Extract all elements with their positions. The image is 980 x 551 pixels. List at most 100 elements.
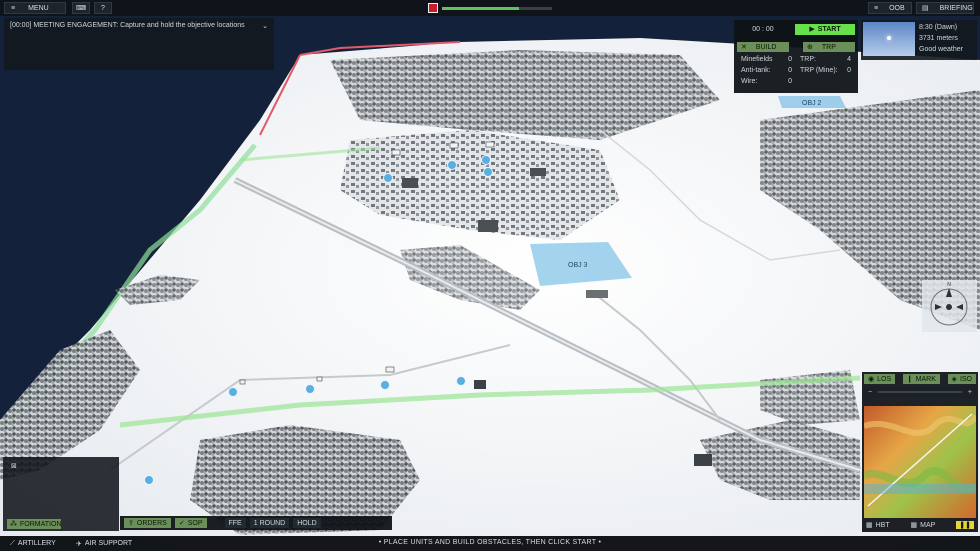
objective-text: [00:00] MEETING ENGAGEMENT: Capture and … bbox=[10, 22, 245, 29]
obstacle-counts: Minefields 0 TRP: 4 Anti-tank: 0 TRP (Mine)… bbox=[737, 55, 855, 86]
setup-panel: 00 : 00 ▶ START ✕ BUILD ⊕ TRP Minefields… bbox=[734, 20, 858, 93]
help-label: ? bbox=[101, 4, 105, 12]
hamburger-icon: ≡ bbox=[11, 4, 16, 12]
menu-button[interactable]: ≡ MENU bbox=[4, 2, 66, 14]
instruction-label: PLACE UNITS AND BUILD OBSTACLES, THEN CL… bbox=[383, 539, 597, 546]
map-label: MAP bbox=[920, 521, 936, 529]
hbt-label: HBT bbox=[875, 521, 890, 529]
unit-type-icon: ⊠ bbox=[11, 463, 17, 470]
hbt-button[interactable]: ▦ HBT bbox=[866, 521, 890, 530]
briefing-button[interactable]: ▤ BRIEFING bbox=[916, 2, 974, 14]
objective-panel[interactable]: [00:00] MEETING ENGAGEMENT: Capture and … bbox=[4, 18, 274, 70]
sop-label: SOP bbox=[187, 519, 203, 527]
building bbox=[530, 168, 546, 176]
map-icon: ▦ bbox=[910, 522, 918, 529]
one-round-button[interactable]: 1 ROUND bbox=[249, 518, 290, 528]
unit-marker[interactable] bbox=[383, 173, 393, 183]
target-icon: ⊕ bbox=[807, 44, 813, 51]
count-wire: Wire: 0 bbox=[741, 78, 792, 85]
help-button[interactable]: ? bbox=[94, 2, 112, 14]
unit-marker[interactable] bbox=[483, 167, 493, 177]
minimap-zoom: − + bbox=[862, 386, 978, 398]
minimap[interactable] bbox=[864, 406, 976, 518]
trp-label: TRP bbox=[821, 43, 836, 51]
sky-preview bbox=[863, 22, 915, 56]
orders-icon: ⇪ bbox=[128, 520, 134, 527]
cube-icon: ◈ bbox=[951, 376, 957, 383]
top-bar: ≡ MENU ⌨ ? ≡ OOB ▤ BRIEFING bbox=[0, 0, 980, 16]
oob-label: OOB bbox=[889, 4, 905, 12]
trp-button[interactable]: ⊕ TRP bbox=[803, 42, 855, 52]
unit-marker[interactable] bbox=[305, 384, 315, 394]
weather-condition: Good weather bbox=[919, 46, 963, 53]
hold-label: HOLD bbox=[297, 519, 317, 527]
faction-flag-icon bbox=[428, 3, 438, 13]
building bbox=[586, 290, 608, 298]
instruction-dot-right: • bbox=[598, 539, 602, 546]
los-button[interactable]: ◉ LOS bbox=[864, 374, 896, 384]
unit-flag bbox=[385, 366, 395, 373]
check-icon: ✓ bbox=[178, 520, 185, 527]
formation-button[interactable]: ⁂ FORMATION bbox=[7, 519, 61, 529]
weather-time: 8:30 (Dawn) bbox=[919, 24, 958, 31]
sop-button[interactable]: ✓ SOP bbox=[174, 518, 207, 528]
strength-bar-fill bbox=[442, 6, 519, 10]
zoom-out-button[interactable]: − bbox=[868, 389, 872, 396]
iso-button[interactable]: ◈ ISO bbox=[947, 374, 976, 384]
start-label: START bbox=[817, 25, 841, 33]
ffe-button[interactable]: FFE bbox=[224, 518, 246, 528]
unit-marker[interactable] bbox=[228, 387, 238, 397]
map-button[interactable]: ▦ MAP bbox=[910, 521, 936, 530]
mark-button[interactable]: ❙ MARK bbox=[902, 374, 940, 384]
bottom-strip: ⟋ ARTILLERY ✈ AIR SUPPORT • PLACE UNITS … bbox=[0, 536, 980, 551]
tools-icon: ✕ bbox=[741, 44, 747, 51]
force-strength bbox=[428, 2, 552, 14]
zoom-slider[interactable] bbox=[878, 391, 962, 393]
building bbox=[694, 454, 712, 466]
objective-label-3: OBJ 3 bbox=[568, 262, 588, 269]
unit-marker[interactable] bbox=[447, 160, 457, 170]
hold-button[interactable]: HOLD bbox=[293, 518, 321, 528]
unit-marker[interactable] bbox=[456, 376, 466, 386]
strength-bar bbox=[442, 6, 552, 10]
start-button[interactable]: ▶ START bbox=[795, 23, 855, 35]
building bbox=[474, 380, 486, 389]
building bbox=[402, 178, 418, 188]
los-label: LOS bbox=[877, 375, 892, 383]
keyboard-button[interactable]: ⌨ bbox=[72, 2, 90, 14]
compass[interactable]: N bbox=[922, 280, 977, 332]
count-minefields: Minefields 0 bbox=[741, 56, 792, 63]
eye-icon: ◉ bbox=[868, 376, 875, 383]
unit-flag bbox=[449, 142, 459, 149]
objective-label-2: OBJ 2 bbox=[802, 100, 822, 107]
build-button[interactable]: ✕ BUILD bbox=[737, 42, 789, 52]
compass-center bbox=[946, 304, 952, 310]
unit-marker[interactable] bbox=[380, 380, 390, 390]
unit-flag bbox=[316, 376, 323, 382]
unit-marker[interactable] bbox=[144, 475, 154, 485]
unit-panel: ⊠ ⁂ FORMATION bbox=[3, 457, 119, 531]
zoom-in-button[interactable]: + bbox=[968, 389, 972, 396]
orders-label: ORDERS bbox=[136, 519, 167, 527]
list-icon: ≡ bbox=[874, 4, 879, 12]
weather-panel: 8:30 (Dawn) 3731 meters Good weather bbox=[861, 20, 977, 60]
chevron-down-icon[interactable]: ⌄ bbox=[262, 22, 268, 30]
formation-label: FORMATION bbox=[20, 520, 62, 528]
count-trp: TRP: 4 bbox=[800, 56, 851, 63]
oob-button[interactable]: ≡ OOB bbox=[868, 2, 912, 14]
minimap-panel: ◉ LOS ❙ MARK ◈ ISO − + ▦ HBT ▦ MAP ❚❚ bbox=[862, 372, 978, 532]
setup-timer: 00 : 00 bbox=[752, 25, 774, 33]
instruction-text: • PLACE UNITS AND BUILD OBSTACLES, THEN … bbox=[0, 539, 980, 546]
count-anti-tank: Anti-tank: 0 bbox=[741, 67, 792, 74]
ffe-label: FFE bbox=[228, 519, 242, 527]
building bbox=[478, 220, 498, 232]
sun-icon bbox=[887, 36, 891, 40]
orders-button[interactable]: ⇪ ORDERS bbox=[124, 518, 171, 528]
grid-icon: ▦ bbox=[866, 522, 873, 529]
compass-north-label: N bbox=[947, 282, 951, 288]
formation-icon: ⁂ bbox=[10, 521, 17, 528]
command-bar: ⇪ ORDERS ✓ SOP FFE 1 ROUND HOLD bbox=[120, 516, 392, 530]
minimap-toggle-button[interactable]: ❚❚ bbox=[956, 521, 974, 529]
iso-label: ISO bbox=[959, 375, 972, 383]
unit-marker[interactable] bbox=[481, 155, 491, 165]
